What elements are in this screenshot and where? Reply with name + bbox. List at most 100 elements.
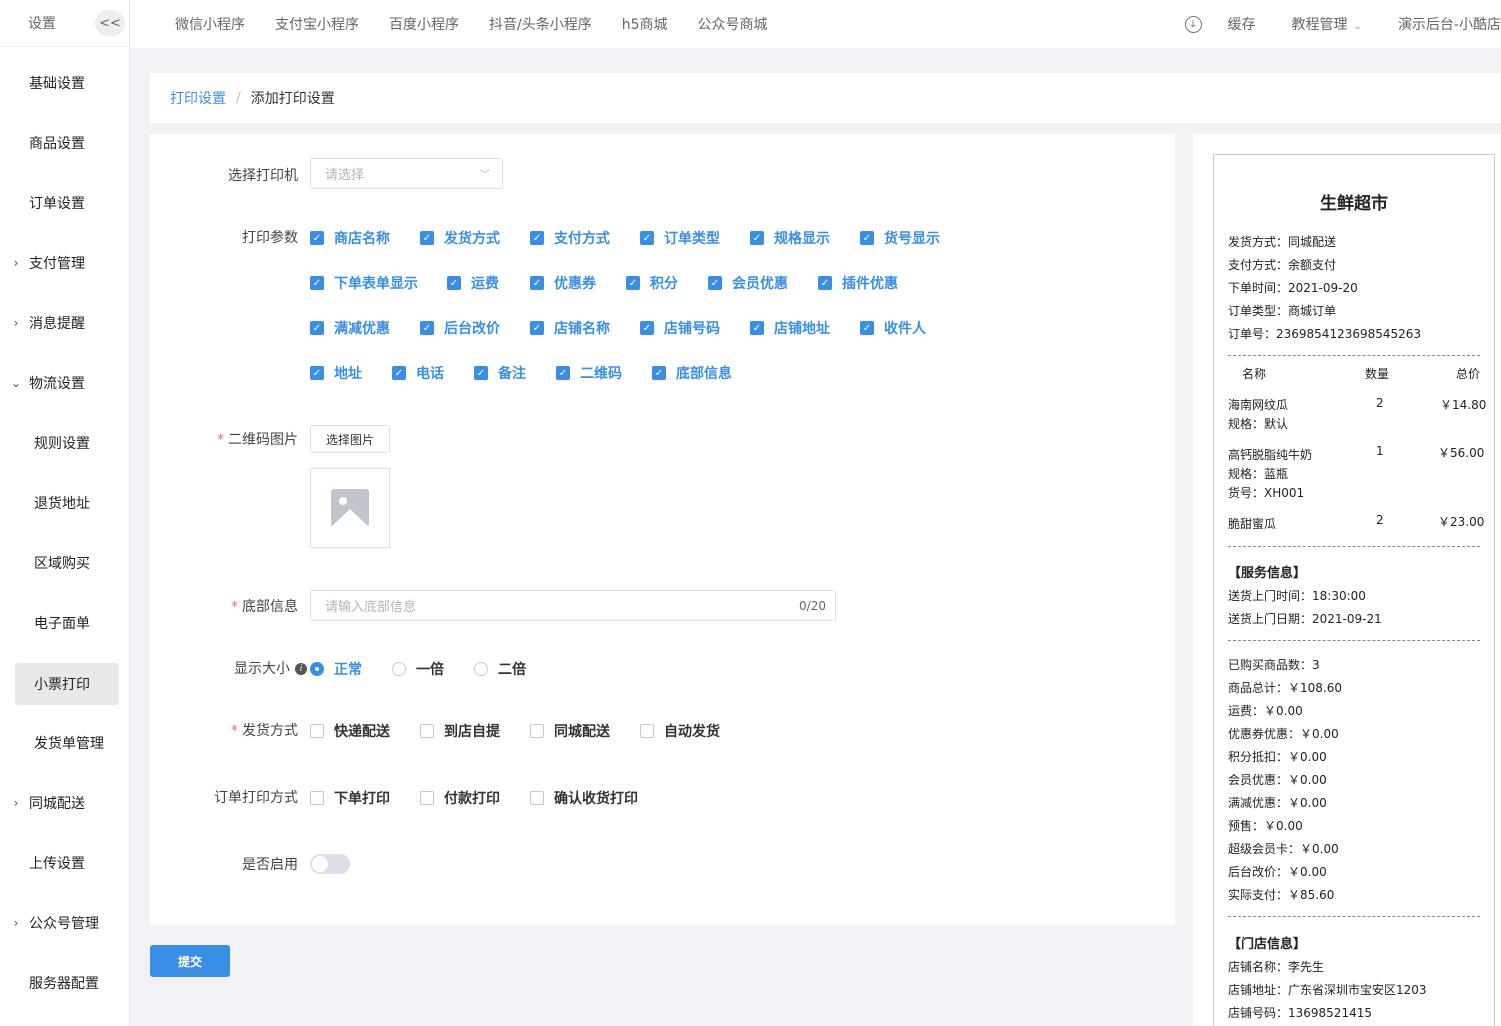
checkbox-check-icon: ✓ (474, 366, 488, 380)
receipt-summary-line: 积分抵扣：￥0.00 (1228, 750, 1327, 764)
param-phone-checkbox[interactable]: ✓ 电话 (392, 363, 444, 383)
param-label: 发货方式 (444, 231, 500, 247)
param-label: 二维码 (580, 366, 622, 382)
param-order-type-checkbox[interactable]: ✓ 订单类型 (640, 228, 720, 248)
receipt-preview: 生鲜超市 发货方式：同城配送 支付方式：余额支付 下单时间：2021-09-20… (1213, 154, 1495, 1026)
cache-button[interactable]: 缓存 (1228, 14, 1256, 34)
nav-wechat-miniprogram[interactable]: 微信小程序 (175, 14, 245, 34)
breadcrumb-print-settings[interactable]: 打印设置 (170, 88, 226, 108)
print-on-order-checkbox[interactable]: 下单打印 (310, 788, 390, 808)
checkbox-check-icon: ✓ (420, 231, 434, 245)
choose-image-button[interactable]: 选择图片 (310, 425, 390, 453)
param-store-name-checkbox[interactable]: ✓ 店铺名称 (530, 318, 610, 338)
receipt-summary-line: 优惠券优惠：￥0.00 (1228, 727, 1339, 741)
sidebar-item-messages[interactable]: › 消息提醒 (0, 302, 129, 344)
param-order-form-checkbox[interactable]: ✓ 下单表单显示 (310, 273, 418, 293)
param-label: 优惠券 (554, 276, 596, 292)
form-panel: 选择打印机 请选择 ﹀ 打印参数 ✓ 商店名称 ✓ 发货方式 ✓ 支付方式 ✓ 订单类型… (150, 134, 1175, 925)
param-payment-method-checkbox[interactable]: ✓ 支付方式 (530, 228, 610, 248)
param-recipient-checkbox[interactable]: ✓ 收件人 (860, 318, 926, 338)
radio-dot-icon (310, 662, 324, 676)
print-mode-label: 订单打印方式 (214, 790, 298, 806)
size-1x-radio[interactable]: 一倍 (392, 659, 444, 679)
delivery-local-checkbox[interactable]: 同城配送 (530, 721, 610, 741)
delivery-express-checkbox[interactable]: 快递配送 (310, 721, 390, 741)
nav-h5-mall[interactable]: h5商城 (622, 14, 668, 34)
receipt-info-line: 支付方式：余额支付 (1228, 258, 1337, 272)
checkbox-check-icon: ✓ (556, 366, 570, 380)
sidebar-item-delivery-note[interactable]: 发货单管理 (0, 722, 129, 764)
sidebar-item-basic-settings[interactable]: 基础设置 (0, 62, 129, 104)
sidebar-item-receipt-print[interactable]: 小票打印 (15, 663, 119, 705)
image-placeholder[interactable] (310, 468, 390, 548)
footer-info-char-count: 0/20 (799, 598, 826, 613)
printer-select[interactable]: 请选择 ﹀ (310, 158, 503, 189)
param-shop-name-checkbox[interactable]: ✓ 商店名称 (310, 228, 390, 248)
sidebar-item-server[interactable]: 服务器配置 (0, 962, 129, 1004)
sidebar-item-rules[interactable]: 规则设置 (0, 422, 129, 464)
param-remark-checkbox[interactable]: ✓ 备注 (474, 363, 526, 383)
param-address-checkbox[interactable]: ✓ 地址 (310, 363, 362, 383)
enable-switch[interactable] (310, 854, 350, 874)
sidebar-item-official-account[interactable]: › 公众号管理 (0, 902, 129, 944)
receipt-summary-line: 满减优惠：￥0.00 (1228, 796, 1327, 810)
param-coupon-checkbox[interactable]: ✓ 优惠券 (530, 273, 596, 293)
sidebar-item-order-settings[interactable]: 订单设置 (0, 182, 129, 224)
checkbox-label: 付款打印 (444, 791, 500, 807)
receipt-store-line: 店铺地址：广东省深圳市宝安区1203 (1228, 983, 1427, 997)
nav-douyin-miniprogram[interactable]: 抖音/头条小程序 (489, 14, 592, 34)
sidebar-item-e-waybill[interactable]: 电子面单 (0, 602, 129, 644)
param-plugin-discount-checkbox[interactable]: ✓ 插件优惠 (818, 273, 898, 293)
param-member-discount-checkbox[interactable]: ✓ 会员优惠 (708, 273, 788, 293)
param-footer-checkbox[interactable]: ✓ 底部信息 (652, 363, 732, 383)
sidebar-item-local-delivery[interactable]: › 同城配送 (0, 782, 129, 824)
param-store-address-checkbox[interactable]: ✓ 店铺地址 (750, 318, 830, 338)
param-spec-display-checkbox[interactable]: ✓ 规格显示 (750, 228, 830, 248)
footer-info-input[interactable]: 请输入底部信息 0/20 (310, 590, 836, 621)
account-menu[interactable]: 演示后台-小酷店 (1398, 14, 1501, 34)
collapse-sidebar-button[interactable]: << (95, 10, 125, 36)
param-full-reduction-checkbox[interactable]: ✓ 满减优惠 (310, 318, 390, 338)
param-store-phone-checkbox[interactable]: ✓ 店铺号码 (640, 318, 720, 338)
param-label: 规格显示 (774, 231, 830, 247)
nav-official-account-mall[interactable]: 公众号商城 (698, 14, 768, 34)
param-qrcode-checkbox[interactable]: ✓ 二维码 (556, 363, 622, 383)
submit-button[interactable]: 提交 (150, 945, 230, 977)
param-points-checkbox[interactable]: ✓ 积分 (626, 273, 678, 293)
chevron-down-icon: ⌄ (10, 376, 22, 390)
receipt-product-sku: 货号：XH001 (1228, 486, 1305, 500)
size-normal-radio[interactable]: 正常 (310, 659, 362, 679)
image-icon (331, 489, 369, 527)
radio-label: 正常 (334, 662, 362, 678)
info-icon[interactable]: i (295, 663, 307, 675)
nav-alipay-miniprogram[interactable]: 支付宝小程序 (275, 14, 359, 34)
checkbox-box-icon (420, 791, 434, 805)
sidebar-item-goods-settings[interactable]: 商品设置 (0, 122, 129, 164)
nav-baidu-miniprogram[interactable]: 百度小程序 (389, 14, 459, 34)
print-on-payment-checkbox[interactable]: 付款打印 (420, 788, 500, 808)
param-price-change-checkbox[interactable]: ✓ 后台改价 (420, 318, 500, 338)
chevron-right-icon: › (13, 256, 19, 270)
checkbox-check-icon: ✓ (310, 276, 324, 290)
required-mark: * (217, 432, 224, 448)
sidebar-item-upload[interactable]: 上传设置 (0, 842, 129, 884)
receipt-product-qty: 2 (1376, 396, 1384, 410)
size-2x-radio[interactable]: 二倍 (474, 659, 526, 679)
sidebar-item-payment[interactable]: › 支付管理 (0, 242, 129, 284)
delivery-auto-checkbox[interactable]: 自动发货 (640, 721, 720, 741)
download-icon[interactable]: ↓ (1184, 15, 1202, 33)
sidebar-item-return-address[interactable]: 退货地址 (0, 482, 129, 524)
receipt-product-spec: 规格：蓝瓶 (1228, 467, 1289, 481)
param-label: 运费 (471, 276, 499, 292)
tutorial-menu[interactable]: 教程管理 ⌄ (1292, 14, 1362, 34)
param-delivery-method-checkbox[interactable]: ✓ 发货方式 (420, 228, 500, 248)
param-freight-checkbox[interactable]: ✓ 运费 (447, 273, 499, 293)
checkbox-box-icon (530, 724, 544, 738)
receipt-product-name: 海南网纹瓜 (1228, 398, 1289, 412)
delivery-pickup-checkbox[interactable]: 到店自提 (420, 721, 500, 741)
sidebar-item-logistics[interactable]: ⌄ 物流设置 (0, 362, 129, 404)
print-on-receipt-checkbox[interactable]: 确认收货打印 (530, 788, 638, 808)
receipt-divider (1228, 640, 1480, 641)
param-sku-display-checkbox[interactable]: ✓ 货号显示 (860, 228, 940, 248)
sidebar-item-region-purchase[interactable]: 区域购买 (0, 542, 129, 584)
